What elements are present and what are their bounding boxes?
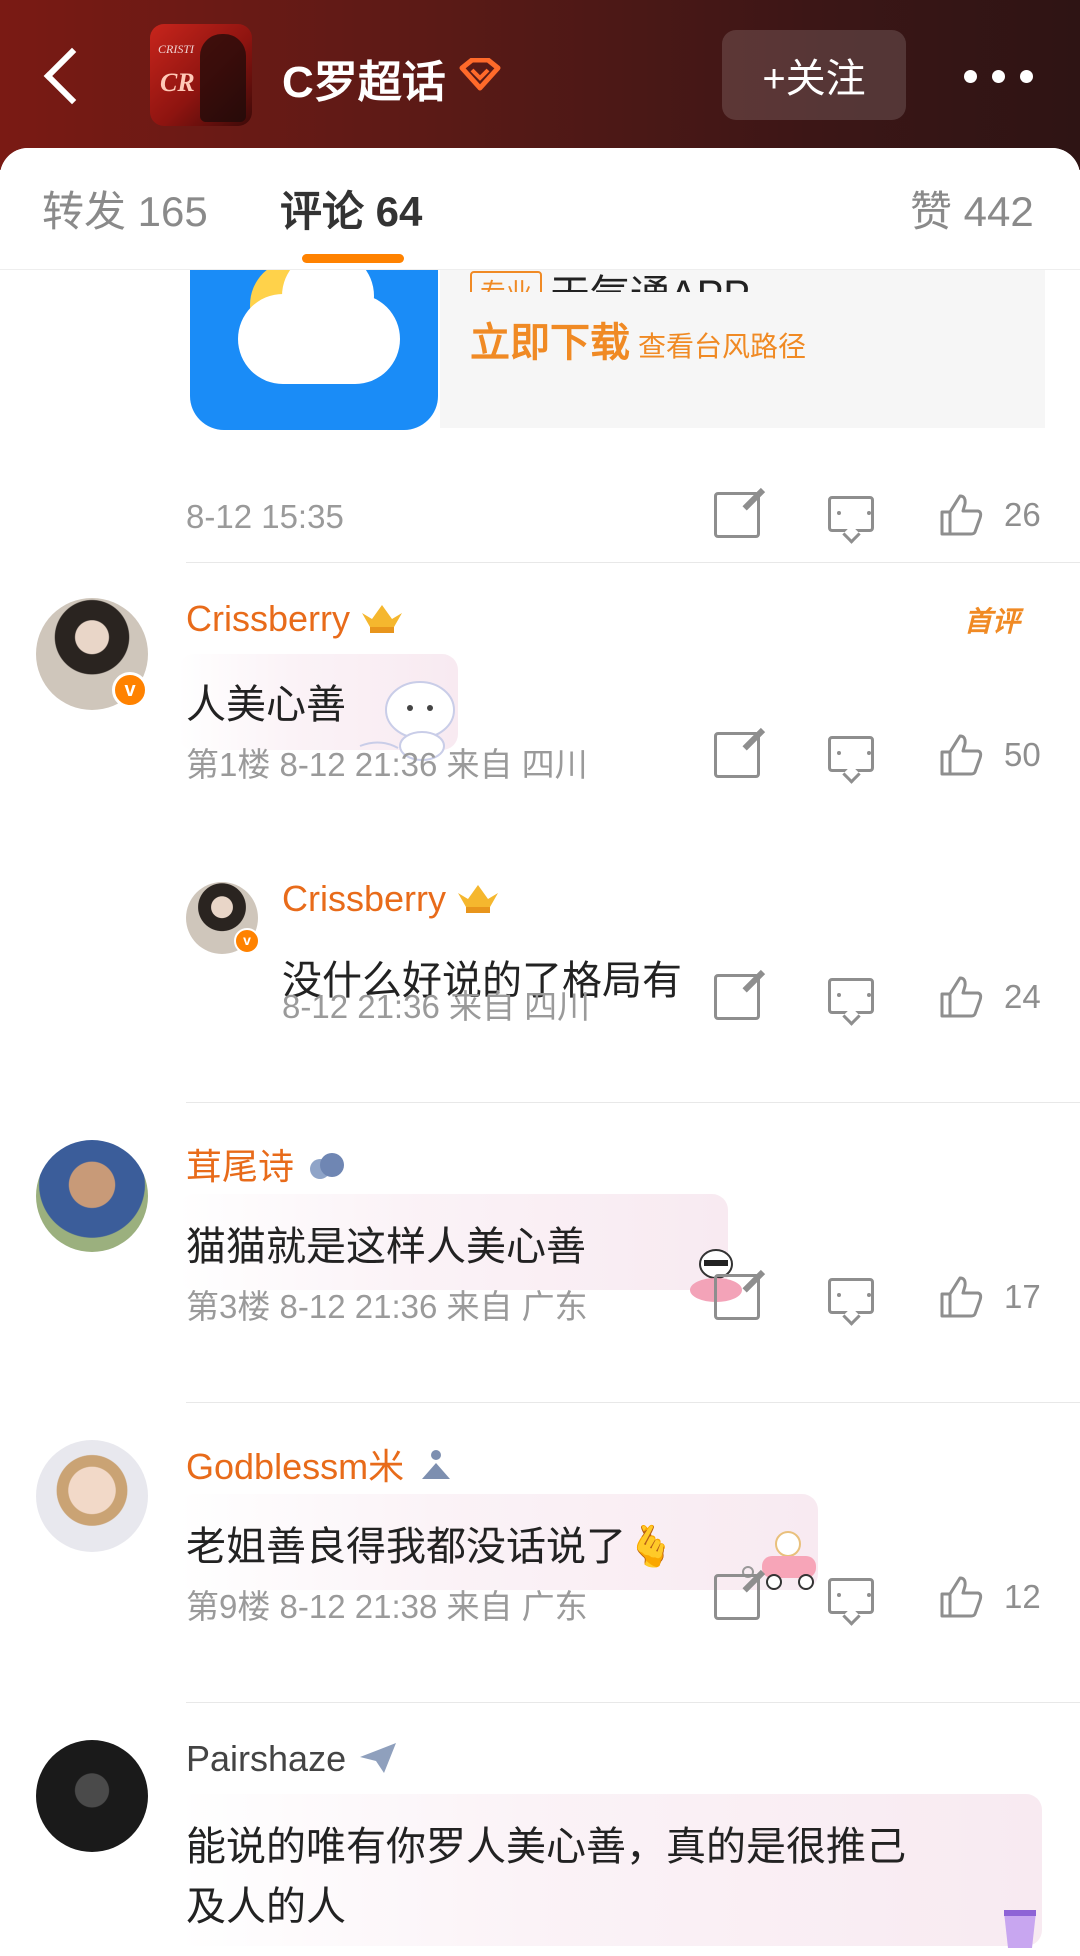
like-icon[interactable] [938,1274,984,1320]
reply-icon[interactable] [828,1578,874,1614]
topic-avatar[interactable]: CRISTI CR [150,24,252,126]
comment-meta-row: 第3楼 8-12 21:36 来自 广东 17 [186,1270,1046,1330]
comment-text: 人美心善 [186,683,346,727]
share-icon[interactable] [714,1574,760,1620]
comment-floor-time-location: 第3楼 8-12 21:36 来自 广东 [186,1288,588,1325]
weibo-comment-page: CRISTI CR C罗超话 +关注 转发 165 评论 64 赞 442 立即… [0,0,1080,1956]
avatar[interactable] [36,1140,148,1252]
topic-title[interactable]: C罗超话 [282,46,446,110]
like-count: 50 [1004,736,1041,773]
comment-text: 老姐善良得我都没话说了🫰 [186,1525,676,1569]
avatar[interactable] [36,1740,148,1852]
ad-download-link[interactable]: 立即下载 查看台风路径 [470,310,806,368]
meditation-badge-icon [422,1450,451,1479]
comment-sheet: 转发 165 评论 64 赞 442 专业天气通APP 立即下载查看台风路径 8… [0,148,1080,1956]
verified-badge-icon: v [112,672,148,708]
comment-time: 8-12 15:35 [186,498,344,535]
ad-card[interactable]: 专业天气通APP 立即下载查看台风路径 [190,230,1045,432]
share-icon[interactable] [714,492,760,538]
like-icon[interactable] [938,492,984,538]
reply-time-location: 8-12 21:36 来自 四川 [282,988,591,1025]
more-options-icon[interactable] [960,70,1060,84]
comment-meta-row: 第9楼 8-12 21:38 来自 广东 12 [186,1570,1046,1630]
reply-meta-row: 8-12 21:36 来自 四川 24 [282,970,1046,1030]
cup-sticker-icon [1004,1910,1036,1948]
comment-meta-row: 8-12 15:35 26 [186,488,1046,548]
comment-username[interactable]: Crissberry [186,598,404,640]
follow-button[interactable]: +关注 [722,30,906,120]
reply-icon[interactable] [828,496,874,532]
active-tab-indicator [302,254,404,263]
like-count: 17 [1004,1278,1041,1315]
like-icon[interactable] [938,974,984,1020]
share-icon[interactable] [714,974,760,1020]
tab-likes[interactable]: 赞 442 [910,178,1034,239]
comment-username[interactable]: Pairshaze [186,1738,400,1780]
comment-username[interactable]: Godblessm米 [186,1438,458,1490]
comment-username[interactable]: 茸尾诗 [186,1138,348,1190]
paper-plane-badge-icon [360,1743,397,1773]
reply-icon[interactable] [828,736,874,772]
tab-comments[interactable]: 评论 64 [280,178,422,239]
first-comment-label: 首评 [964,606,1021,637]
verified-badge-icon: v [234,928,260,954]
like-icon[interactable] [938,732,984,778]
comment-floor-time-location: 第1楼 8-12 21:36 来自 四川 [186,746,588,783]
comment-text-line: 及人的人 [186,1885,346,1929]
share-icon[interactable] [714,732,760,778]
comment-text-line: 能说的唯有你罗人美心善，真的是很推己 [186,1825,906,1869]
back-arrow-icon[interactable] [36,46,96,106]
super-topic-badge-icon [459,58,501,91]
avatar[interactable] [36,1440,148,1552]
like-count: 26 [1004,496,1041,533]
reply-icon[interactable] [828,1278,874,1314]
like-icon[interactable] [938,1574,984,1620]
crown-badge-icon [458,885,499,913]
comment-text: 猫猫就是这样人美心善 [186,1225,586,1269]
tab-reposts[interactable]: 转发 165 [42,178,208,239]
like-count: 24 [1004,978,1041,1015]
crown-badge-icon [362,605,403,633]
reply-icon[interactable] [828,978,874,1014]
share-icon[interactable] [714,1274,760,1320]
reply-username[interactable]: Crissberry [282,878,500,920]
like-count: 12 [1004,1578,1041,1615]
cloud-badge-icon [310,1153,345,1179]
tab-bar: 转发 165 评论 64 赞 442 [0,148,1080,270]
comment-floor-time-location: 第9楼 8-12 21:38 来自 广东 [186,1588,588,1625]
top-bar: CRISTI CR C罗超话 +关注 [0,0,1080,170]
comment-meta-row: 第1楼 8-12 21:36 来自 四川 50 [186,728,1046,788]
